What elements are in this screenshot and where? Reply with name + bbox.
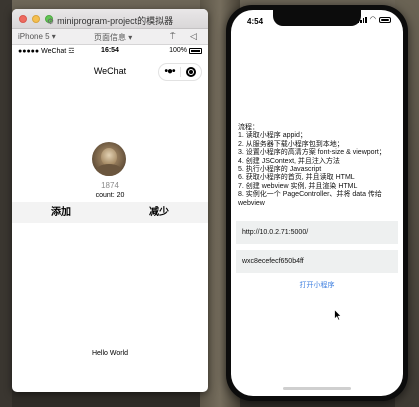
simulator-toolbar: iPhone 5 ▾ 页面信息 ▾ ⍑ ◁ — [12, 29, 208, 45]
open-miniprogram-button[interactable]: 打开小程序 — [231, 280, 403, 290]
add-button[interactable]: 添加 — [12, 202, 110, 223]
battery-status: 100% — [169, 47, 202, 54]
window-titlebar[interactable]: ⚙ miniprogram-project的模拟器 — [12, 9, 208, 29]
phone-status-icons: ◠ — [357, 16, 391, 23]
mouse-cursor-icon — [334, 309, 342, 321]
step-item: 1. 读取小程序 appid； — [238, 132, 307, 140]
menu-capsule: •●• — [158, 63, 202, 81]
simulator-window: ⚙ miniprogram-project的模拟器 iPhone 5 ▾ 页面信息… — [12, 9, 208, 392]
server-url-field[interactable]: http://10.0.2.71:5000/ — [236, 221, 398, 244]
step-item: 2. 从服务器下载小程序包到本地； — [238, 140, 344, 148]
back-icon[interactable]: ◁ — [190, 31, 197, 42]
phone-screen: 4:54 ◠ 流程： 1. 读取小程序 appid； 2. 从服务器下载小程序包… — [231, 10, 403, 396]
battery-icon — [189, 47, 202, 54]
phone-notch — [273, 10, 361, 26]
wifi-icon: ◠ — [369, 16, 376, 23]
process-steps: 流程： 1. 读取小程序 appid； 2. 从服务器下载小程序包到本地； 3.… — [238, 124, 400, 208]
close-miniprogram-icon[interactable] — [181, 67, 201, 77]
hello-text: Hello World — [91, 350, 129, 357]
miniprogram-navbar: WeChat •●• — [12, 58, 208, 86]
step-item: 3. 设置小程序的高清方案 font-size & viewport； — [238, 149, 386, 157]
step-item: 7. 创建 webview 实例, 并且渲染 HTML — [238, 182, 358, 190]
avatar — [92, 142, 126, 176]
simulator-status-bar: ●●●●● WeChat ☲ 16:54 100% — [12, 45, 208, 58]
random-number: 1874 — [101, 181, 119, 190]
counter-buttons: 添加 减少 — [12, 202, 208, 223]
step-item: 6. 获取小程序的首页, 并且读取 HTML — [238, 174, 355, 182]
iphone-device: 4:54 ◠ 流程： 1. 读取小程序 appid； 2. 从服务器下载小程序包… — [226, 5, 408, 401]
window-title: ⚙ miniprogram-project的模拟器 — [46, 16, 174, 26]
more-icon[interactable]: •●• — [159, 67, 180, 77]
appid-field[interactable]: wxc8ecefecf650b4ff — [236, 250, 398, 273]
reduce-button[interactable]: 减少 — [110, 202, 208, 223]
desktop-background-left — [0, 0, 12, 407]
battery-percent: 100% — [169, 47, 187, 54]
step-item: 4. 创建 JSContext, 并且注入方法 — [238, 157, 340, 165]
device-select[interactable]: iPhone 5 ▾ — [18, 32, 56, 41]
pin-icon[interactable]: ⍑ — [170, 31, 175, 42]
page-info-dropdown[interactable]: 页面信息 ▾ — [94, 32, 132, 43]
count-text: count: 20 — [95, 192, 125, 199]
signal-icon — [357, 16, 367, 23]
battery-icon — [379, 16, 391, 23]
step-item: 8. 实例化一个 PageController、并将 data 传给 webvi… — [238, 191, 382, 207]
phone-time: 4:54 — [247, 17, 264, 26]
home-indicator[interactable] — [283, 387, 351, 390]
gear-icon: ⚙ — [46, 17, 55, 26]
